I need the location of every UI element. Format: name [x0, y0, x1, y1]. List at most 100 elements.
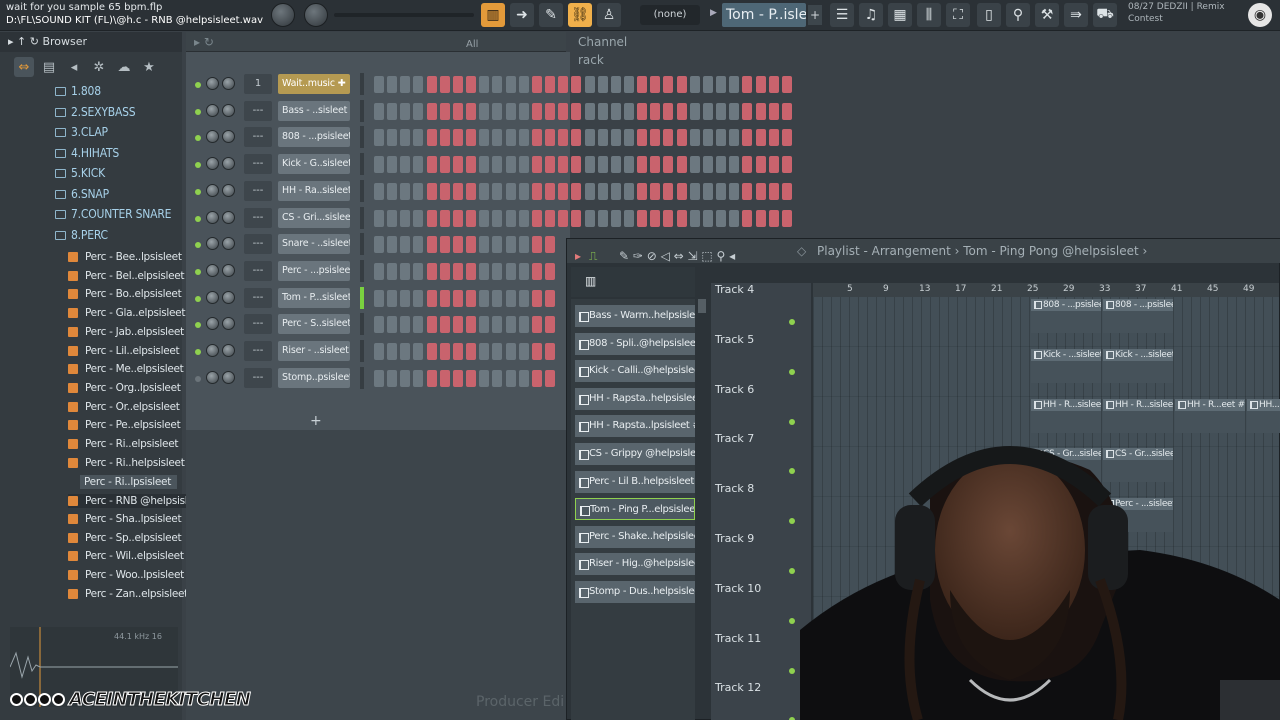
step-button[interactable]	[466, 262, 477, 280]
channel-select-bar[interactable]	[360, 179, 364, 202]
file-icon[interactable]: ▯	[977, 3, 1001, 27]
file-item[interactable]: Perc - Ri..helpsisleet	[68, 457, 185, 469]
channel-name-button[interactable]: Wait..music ✚	[278, 74, 350, 94]
clip-header[interactable]: HH - R...eet #2	[1175, 398, 1245, 411]
forward-icon[interactable]: ⇛	[1064, 3, 1088, 27]
channel-select-bar[interactable]	[360, 286, 364, 309]
step-button[interactable]	[426, 343, 437, 360]
step-button[interactable]	[650, 76, 661, 93]
step-button[interactable]	[610, 182, 621, 200]
step-button[interactable]	[479, 316, 490, 334]
step-button[interactable]	[610, 129, 621, 147]
volume-knob[interactable]	[222, 237, 235, 251]
step-button[interactable]	[558, 76, 569, 93]
track-label[interactable]: Track 9	[715, 532, 754, 545]
volume-knob[interactable]	[222, 290, 235, 304]
track-label[interactable]: Track 8	[715, 482, 754, 495]
picker-pattern-item[interactable]: CS - Grippy @helpsisleet	[575, 443, 695, 465]
file-item[interactable]: Perc - Gla..elpsisleet	[68, 307, 185, 319]
step-button[interactable]	[597, 129, 608, 147]
step-button[interactable]	[492, 289, 503, 307]
pan-knob[interactable]	[206, 263, 219, 277]
step-button[interactable]	[545, 129, 556, 147]
step-button[interactable]	[505, 156, 516, 174]
step-button[interactable]	[466, 76, 477, 93]
mixer-icon[interactable]: ⫼	[917, 3, 941, 27]
channel-led[interactable]	[195, 322, 201, 329]
step-button[interactable]	[518, 76, 529, 93]
step-button[interactable]	[729, 209, 740, 227]
step-button[interactable]	[387, 289, 398, 307]
step-button[interactable]	[505, 262, 516, 280]
mixer-track-number[interactable]: ---	[244, 314, 272, 335]
step-button[interactable]	[492, 262, 503, 280]
folder-item[interactable]: 5.KICK	[55, 166, 105, 180]
channel-name-button[interactable]: Stomp..psisleet	[278, 367, 350, 388]
step-button[interactable]	[426, 262, 437, 280]
step-button[interactable]	[571, 102, 582, 120]
step-button[interactable]	[492, 369, 503, 387]
step-button[interactable]	[781, 209, 792, 227]
step-button[interactable]	[479, 102, 490, 120]
step-button[interactable]	[413, 209, 424, 227]
step-button[interactable]	[479, 76, 490, 93]
step-button[interactable]	[545, 343, 556, 360]
step-button[interactable]	[400, 129, 411, 147]
step-button[interactable]	[426, 129, 437, 147]
step-button[interactable]	[650, 129, 661, 147]
add-channel-button[interactable]: +	[310, 413, 322, 429]
folder-item[interactable]: 3.CLAP	[55, 125, 108, 139]
step-button[interactable]	[400, 156, 411, 174]
volume-knob[interactable]	[222, 210, 235, 224]
step-button[interactable]	[545, 182, 556, 200]
step-button[interactable]	[742, 129, 753, 147]
picker-piano-icon[interactable]: ▥	[585, 274, 596, 288]
step-button[interactable]	[479, 209, 490, 227]
step-button[interactable]	[400, 236, 411, 254]
folder-item[interactable]: 2.SEXYBASS	[55, 105, 136, 119]
mixer-track-number[interactable]: ---	[244, 207, 272, 228]
step-button[interactable]	[781, 129, 792, 147]
channel-name-button[interactable]: CS - Gri...sisleet	[278, 207, 350, 228]
step-button[interactable]	[716, 102, 727, 120]
file-item[interactable]: Perc - Me..elpsisleet	[68, 363, 184, 375]
step-button[interactable]	[426, 76, 437, 93]
step-button[interactable]	[650, 102, 661, 120]
step-button[interactable]	[597, 156, 608, 174]
step-button[interactable]	[689, 102, 700, 120]
step-button[interactable]	[768, 76, 779, 93]
step-button[interactable]	[400, 316, 411, 334]
step-button[interactable]	[531, 316, 542, 334]
tools-icon[interactable]: ⚒	[1035, 3, 1059, 27]
step-button[interactable]	[400, 289, 411, 307]
channel-led[interactable]	[195, 162, 201, 169]
step-button[interactable]	[545, 369, 556, 387]
step-button[interactable]	[716, 156, 727, 174]
step-button[interactable]	[610, 156, 621, 174]
folder-item[interactable]: 4.HIHATS	[55, 146, 119, 160]
step-button[interactable]	[663, 129, 674, 147]
step-button[interactable]	[676, 156, 687, 174]
file-item[interactable]: Perc - Jab..elpsisleet	[68, 326, 184, 338]
step-button[interactable]	[545, 236, 556, 254]
play-pattern-icon[interactable]: ▶	[710, 8, 717, 18]
step-button[interactable]	[466, 289, 477, 307]
track-mute-led[interactable]	[789, 667, 795, 674]
step-button[interactable]	[439, 102, 450, 120]
step-button[interactable]	[571, 182, 582, 200]
step-button[interactable]	[518, 343, 529, 360]
step-button[interactable]	[518, 369, 529, 387]
mixer-track-number[interactable]: ---	[244, 154, 272, 175]
clip-header[interactable]: 808 - ...psisleet	[1031, 299, 1101, 311]
step-button[interactable]	[545, 76, 556, 93]
step-button[interactable]	[531, 156, 542, 174]
step-button[interactable]	[413, 289, 424, 307]
step-button[interactable]	[466, 182, 477, 200]
step-button[interactable]	[439, 289, 450, 307]
step-button[interactable]	[387, 129, 398, 147]
volume-knob[interactable]	[222, 130, 235, 144]
step-button[interactable]	[716, 76, 727, 93]
channel-select-bar[interactable]	[360, 233, 364, 256]
track-mute-led[interactable]	[789, 319, 795, 325]
clip-header[interactable]: 808 - ...psisleet	[1103, 299, 1173, 311]
